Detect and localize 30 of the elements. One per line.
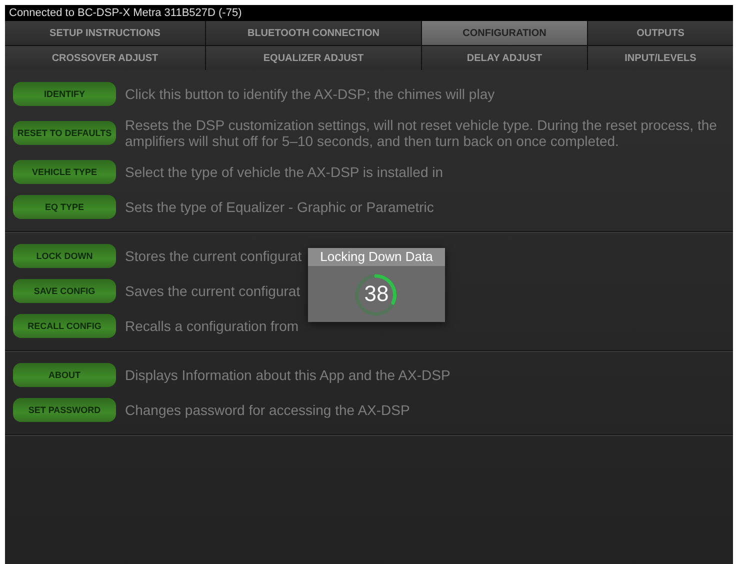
tab[interactable]: BLUETOOTH CONNECTION <box>206 21 421 45</box>
description: Click this button to identify the AX-DSP; the chimes will play <box>125 86 496 102</box>
action-button[interactable]: SET PASSWORD <box>13 398 116 422</box>
description: Sets the type of Equalizer - Graphic or Parametric <box>125 199 435 215</box>
action-button[interactable]: LOCK DOWN <box>13 244 116 268</box>
action-button[interactable]: VEHICLE TYPE <box>13 160 116 184</box>
tab[interactable]: CONFIGURATION <box>422 21 587 45</box>
description: Changes password for accessing the AX-DSP <box>125 402 411 418</box>
tab[interactable]: OUTPUTS <box>588 21 733 45</box>
description: Select the type of vehicle the AX-DSP is installed in <box>125 164 444 180</box>
action-button[interactable]: RESET TO DEFAULTS <box>13 121 116 145</box>
connection-status: Connected to BC-DSP-X Metra 311B527D (-75) <box>5 5 733 21</box>
action-button[interactable]: ABOUT <box>13 363 116 387</box>
description: Saves the current configurat <box>125 283 302 299</box>
tab[interactable]: DELAY ADJUST <box>422 46 587 70</box>
spinner-icon <box>353 272 399 318</box>
dialog-title: Locking Down Data <box>308 248 445 266</box>
description: Recalls a configuration from <box>125 318 300 334</box>
action-button[interactable]: RECALL CONFIG <box>13 314 116 338</box>
action-button[interactable]: IDENTIFY <box>13 82 116 106</box>
description: Resets the DSP customization settings, will not reset vehicle type. During the reset process, the amplifiers will shut off for 5–10 seconds, and then turn back on once completed. <box>125 117 718 149</box>
description: Stores the current configurat <box>125 248 303 264</box>
tab[interactable]: EQUALIZER ADJUST <box>206 46 421 70</box>
action-button[interactable]: SAVE CONFIG <box>13 279 116 303</box>
countdown: 38 <box>364 281 389 307</box>
tab[interactable]: INPUT/LEVELS <box>588 46 733 70</box>
action-button[interactable]: EQ TYPE <box>13 195 116 219</box>
tab[interactable]: SETUP INSTRUCTIONS <box>5 21 205 45</box>
tab[interactable]: CROSSOVER ADJUST <box>5 46 205 70</box>
description: Displays Information about this App and the AX-DSP <box>125 367 452 383</box>
